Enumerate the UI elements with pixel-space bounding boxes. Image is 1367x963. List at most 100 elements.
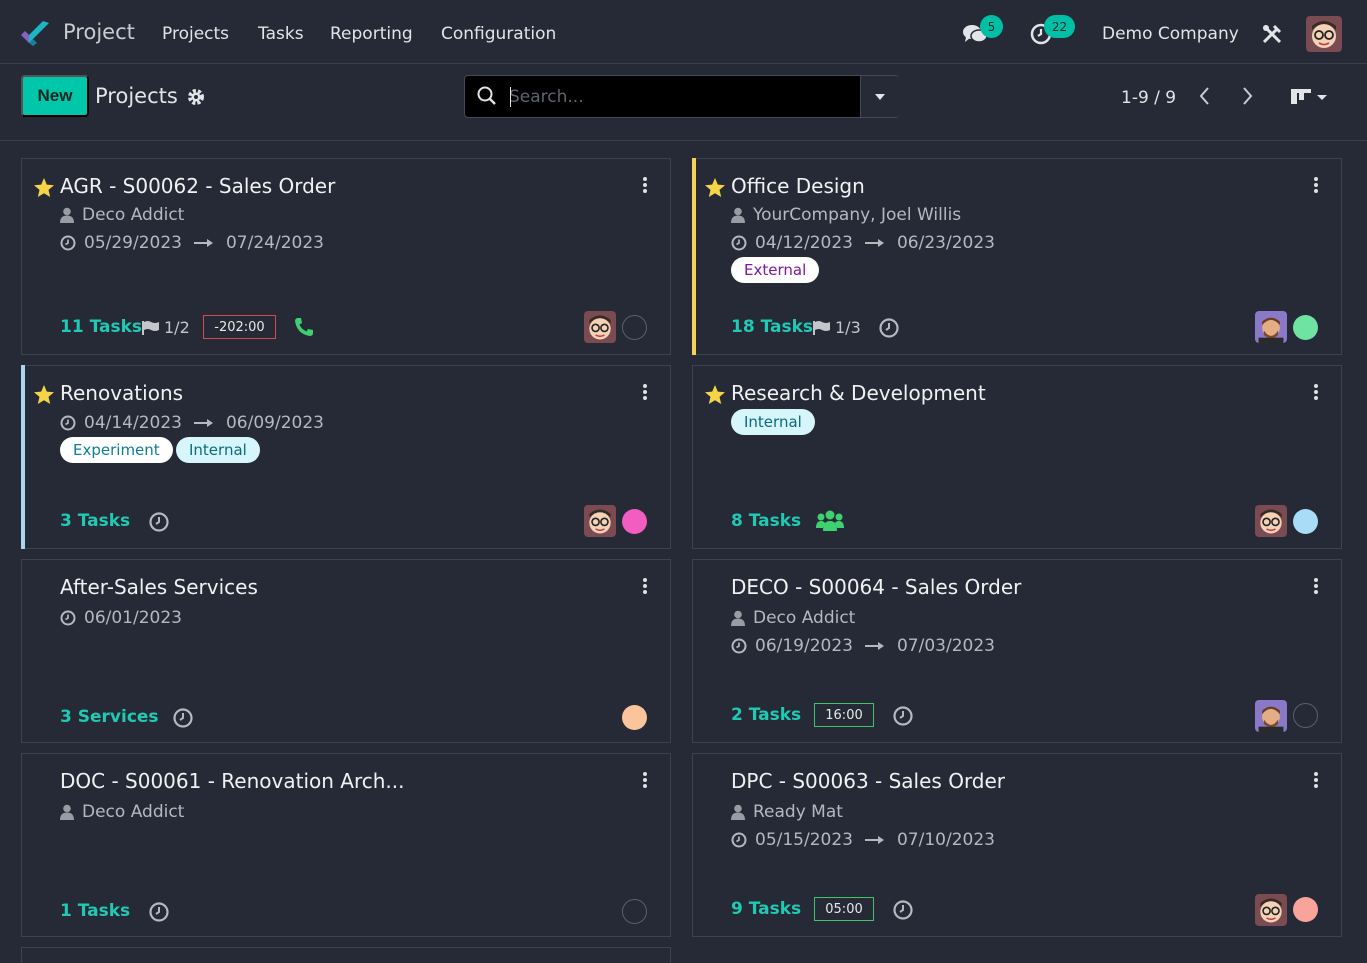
manager-avatar[interactable] [1255, 700, 1287, 732]
user-icon [731, 207, 745, 223]
project-card[interactable]: DOC - S00061 - Renovation Arch... Deco A… [21, 753, 671, 937]
milestone-progress[interactable]: 1/2 [142, 318, 190, 337]
status-dot[interactable] [1293, 509, 1318, 534]
nav-tasks[interactable]: Tasks [258, 24, 304, 44]
control-panel: New Projects 1-9 / 9 [0, 64, 1367, 141]
project-title: AGR - S00062 - Sales Order [60, 174, 336, 198]
color-accent [21, 365, 25, 549]
card-menu-button[interactable] [637, 381, 653, 403]
gear-icon[interactable] [187, 88, 205, 106]
arrow-right-icon [864, 239, 884, 247]
tasks-link[interactable]: 2 Tasks [731, 705, 801, 725]
user-icon [60, 804, 74, 820]
date-start: 05/15/2023 [755, 830, 853, 850]
arrow-right-icon [193, 239, 213, 247]
tasks-link[interactable]: 8 Tasks [731, 511, 801, 531]
activity-clock-icon[interactable] [892, 899, 914, 921]
card-menu-button[interactable] [637, 769, 653, 791]
tasks-link[interactable]: 11 Tasks [60, 317, 142, 337]
favorite-star-icon[interactable] [704, 384, 726, 405]
remaining-time-badge: 05:00 [814, 897, 874, 921]
card-menu-button[interactable] [637, 575, 653, 597]
phone-activity-icon[interactable] [293, 316, 315, 338]
nav-reporting[interactable]: Reporting [330, 24, 413, 44]
status-dot[interactable] [1293, 315, 1318, 340]
favorite-star-icon[interactable] [704, 177, 726, 198]
project-card[interactable]: AGR - S00062 - Sales Order Deco Addict 0… [21, 158, 671, 355]
status-dot[interactable] [1293, 703, 1318, 728]
new-button[interactable]: New [21, 75, 89, 117]
user-avatar[interactable] [1306, 16, 1342, 52]
messages-badge: 5 [980, 15, 1003, 38]
project-card[interactable]: Renovations 04/14/2023 06/09/2023 Experi… [21, 365, 671, 549]
chevron-right-icon[interactable] [1238, 86, 1256, 106]
activity-clock-icon[interactable] [148, 511, 170, 533]
favorite-star-icon[interactable] [33, 177, 55, 198]
card-menu-button[interactable] [1308, 769, 1324, 791]
color-accent [692, 158, 696, 355]
search-options-toggle[interactable] [860, 76, 899, 117]
card-menu-button[interactable] [1308, 575, 1324, 597]
activity-clock-icon[interactable] [148, 901, 170, 923]
date-start: 06/19/2023 [755, 636, 853, 656]
date-end: 06/23/2023 [896, 233, 995, 253]
manager-avatar[interactable] [1255, 311, 1287, 343]
clock-icon [731, 832, 747, 848]
followers-group-icon[interactable] [816, 509, 844, 533]
user-icon [731, 804, 745, 820]
status-dot[interactable] [622, 899, 647, 924]
activity-clock-icon[interactable] [172, 707, 194, 729]
tasks-link[interactable]: 18 Tasks [731, 317, 813, 337]
chevron-left-icon[interactable] [1196, 86, 1214, 106]
tag-internal: Internal [176, 437, 260, 463]
project-title: DOC - S00061 - Renovation Arch... [60, 769, 405, 793]
arrow-right-icon [193, 419, 213, 427]
milestone-progress[interactable]: 1/3 [813, 318, 861, 337]
search-input[interactable] [509, 76, 859, 117]
activity-clock-icon[interactable] [892, 705, 914, 727]
user-icon [731, 610, 745, 626]
date-end: 07/24/2023 [225, 233, 324, 253]
tasks-link[interactable]: 1 Tasks [60, 901, 130, 921]
nav-projects[interactable]: Projects [162, 24, 229, 44]
tasks-link[interactable]: 3 Services [60, 707, 159, 727]
project-card[interactable]: DECO - S00064 - Sales Order Deco Addict … [692, 559, 1342, 743]
project-card-partial[interactable] [21, 947, 671, 963]
milestone-count: 1/3 [835, 318, 861, 337]
favorite-star-icon[interactable] [33, 384, 55, 405]
tasks-link[interactable]: 3 Tasks [60, 511, 130, 531]
project-card[interactable]: Research & Development Internal 8 Tasks [692, 365, 1342, 549]
activity-clock-icon[interactable] [878, 317, 900, 339]
nav-configuration[interactable]: Configuration [441, 24, 556, 44]
project-card[interactable]: Office Design YourCompany, Joel Willis 0… [692, 158, 1342, 355]
card-menu-button[interactable] [1308, 381, 1324, 403]
tools-icon[interactable] [1261, 23, 1283, 45]
manager-avatar[interactable] [1255, 505, 1287, 537]
tag-external: External [731, 257, 820, 283]
manager-avatar[interactable] [1255, 894, 1287, 926]
customer-name: Deco Addict [753, 608, 856, 628]
status-dot[interactable] [622, 705, 647, 730]
company-switcher[interactable]: Demo Company [1102, 24, 1239, 44]
kanban-view-icon[interactable] [1289, 86, 1329, 106]
status-dot[interactable] [622, 509, 647, 534]
card-menu-button[interactable] [637, 174, 653, 196]
pager-value[interactable]: 1-9 / 9 [1121, 88, 1176, 108]
project-card[interactable]: After-Sales Services 06/01/2023 3 Servic… [21, 559, 671, 743]
tasks-link[interactable]: 9 Tasks [731, 899, 801, 919]
app-title[interactable]: Project [63, 20, 135, 44]
caret-down-icon [875, 93, 885, 100]
top-navbar: Project Projects Tasks Reporting Configu… [0, 0, 1367, 64]
date-end: 07/10/2023 [896, 830, 995, 850]
project-app-logo[interactable] [19, 19, 51, 47]
manager-avatar[interactable] [584, 311, 616, 343]
customer-name: Deco Addict [82, 205, 185, 225]
card-menu-button[interactable] [1308, 174, 1324, 196]
status-dot[interactable] [622, 315, 647, 340]
status-dot[interactable] [1293, 897, 1318, 922]
flag-icon [813, 320, 830, 335]
manager-avatar[interactable] [584, 505, 616, 537]
arrow-right-icon [864, 836, 884, 844]
customer-name: Deco Addict [82, 802, 185, 822]
project-card[interactable]: DPC - S00063 - Sales Order Ready Mat 05/… [692, 753, 1342, 937]
